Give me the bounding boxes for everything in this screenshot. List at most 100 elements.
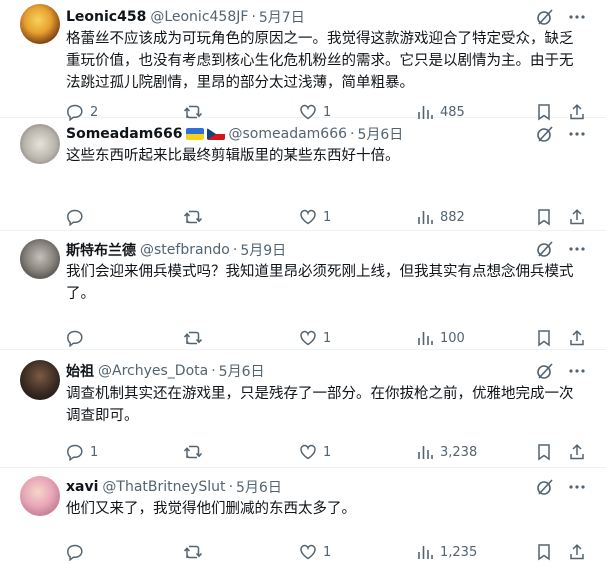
reply-button[interactable]: 1 bbox=[66, 442, 98, 462]
bookmark-icon bbox=[536, 329, 552, 347]
like-button[interactable]: 1 bbox=[299, 542, 331, 562]
like-icon bbox=[299, 543, 317, 561]
views-button[interactable]: 882 bbox=[416, 207, 465, 227]
like-button[interactable]: 1 bbox=[299, 207, 331, 227]
tweet-header: 始祖 @Archyes_Dota · 5月6日 bbox=[66, 361, 606, 381]
action-bar: 1 1 3,238 bbox=[66, 442, 586, 462]
user-handle[interactable]: @ThatBritneySlut bbox=[102, 479, 225, 495]
like-count: 1 bbox=[323, 444, 332, 460]
action-bar: 1 1,235 bbox=[66, 542, 586, 562]
grok-icon[interactable] bbox=[536, 8, 554, 26]
views-count: 882 bbox=[440, 209, 465, 225]
separator-dot: · bbox=[232, 242, 238, 258]
share-button[interactable] bbox=[568, 542, 586, 562]
grok-icon[interactable] bbox=[536, 240, 554, 258]
more-icon[interactable] bbox=[568, 478, 586, 496]
bookmark-icon bbox=[536, 443, 552, 461]
tweet-top-actions bbox=[536, 8, 586, 26]
reply-icon bbox=[66, 208, 84, 226]
retweet-icon bbox=[183, 329, 203, 347]
tweet-text: 这些东西听起来比最终剪辑版里的某些东西好十倍。 bbox=[66, 148, 400, 164]
bookmark-icon bbox=[536, 543, 552, 561]
display-name[interactable]: Leonic458 bbox=[66, 9, 146, 25]
tweet[interactable]: xavi @ThatBritneySlut · 5月6日 他们又来了，我觉得他们… bbox=[0, 468, 606, 564]
retweet-icon bbox=[183, 208, 203, 226]
tweet[interactable]: 始祖 @Archyes_Dota · 5月6日 调查机制其实还在游戏里，只是残存… bbox=[0, 350, 606, 468]
views-button[interactable]: 100 bbox=[416, 328, 465, 348]
bookmark-button[interactable] bbox=[536, 328, 552, 348]
like-button[interactable]: 1 bbox=[299, 328, 331, 348]
share-icon bbox=[568, 329, 586, 347]
views-button[interactable]: 3,238 bbox=[416, 442, 477, 462]
avatar[interactable] bbox=[20, 124, 60, 164]
timestamp[interactable]: 5月6日 bbox=[357, 124, 403, 144]
tweet-header: Leonic458 @Leonic458JF · 5月7日 bbox=[66, 7, 606, 27]
timestamp[interactable]: 5月6日 bbox=[236, 477, 282, 497]
ukraine-flag-icon bbox=[185, 128, 204, 140]
reply-count: 1 bbox=[90, 444, 99, 460]
separator-dot: · bbox=[211, 363, 216, 379]
timestamp[interactable]: 5月6日 bbox=[219, 361, 265, 381]
more-icon[interactable] bbox=[568, 8, 586, 26]
tweet[interactable]: Leonic458 @Leonic458JF · 5月7日 格蕾丝不应该成为可玩… bbox=[0, 0, 606, 121]
display-name[interactable]: Someadam666 bbox=[66, 126, 183, 142]
display-name[interactable]: 斯特布兰德 bbox=[66, 240, 136, 260]
bookmark-button[interactable] bbox=[536, 442, 552, 462]
grok-icon[interactable] bbox=[536, 125, 554, 143]
avatar[interactable] bbox=[20, 4, 60, 44]
retweet-button[interactable] bbox=[183, 328, 209, 348]
reply-button[interactable] bbox=[66, 328, 90, 348]
timestamp[interactable]: 5月7日 bbox=[259, 7, 305, 27]
user-handle[interactable]: @someadam666 bbox=[229, 126, 348, 142]
avatar[interactable] bbox=[20, 360, 60, 400]
tweet-text: 调查机制其实还在游戏里，只是残存了一部分。在你拔枪之前，优雅地完成一次调查即可。 bbox=[66, 386, 574, 424]
separator-dot: · bbox=[228, 479, 234, 495]
grok-icon[interactable] bbox=[536, 478, 554, 496]
views-button[interactable]: 1,235 bbox=[416, 542, 477, 562]
tweet-header: Someadam666 @someadam666 · 5月6日 bbox=[66, 124, 606, 144]
more-icon[interactable] bbox=[568, 362, 586, 380]
tweet-top-actions bbox=[536, 240, 586, 258]
like-count: 1 bbox=[323, 330, 332, 346]
like-button[interactable]: 1 bbox=[299, 442, 331, 462]
retweet-button[interactable] bbox=[183, 442, 209, 462]
bookmark-button[interactable] bbox=[536, 207, 552, 227]
more-icon[interactable] bbox=[568, 125, 586, 143]
avatar[interactable] bbox=[20, 476, 60, 516]
share-button[interactable] bbox=[568, 207, 586, 227]
user-handle[interactable]: @Archyes_Dota bbox=[98, 363, 208, 379]
timestamp[interactable]: 5月9日 bbox=[240, 240, 286, 260]
avatar[interactable] bbox=[20, 239, 60, 279]
tweet-top-actions bbox=[536, 125, 586, 143]
share-icon bbox=[568, 443, 586, 461]
like-count: 1 bbox=[323, 209, 332, 225]
retweet-button[interactable] bbox=[183, 542, 209, 562]
display-name[interactable]: xavi bbox=[66, 479, 98, 495]
more-icon[interactable] bbox=[568, 240, 586, 258]
bookmark-icon bbox=[536, 208, 552, 226]
grok-icon[interactable] bbox=[536, 362, 554, 380]
user-handle[interactable]: @Leonic458JF bbox=[150, 9, 248, 25]
share-button[interactable] bbox=[568, 328, 586, 348]
tweet-header: 斯特布兰德 @stefbrando · 5月9日 bbox=[66, 240, 606, 260]
separator-dot: · bbox=[251, 9, 256, 25]
retweet-icon bbox=[183, 543, 203, 561]
views-count: 3,238 bbox=[440, 444, 478, 460]
reply-button[interactable] bbox=[66, 542, 90, 562]
tweet-text: 我们会迎来佣兵模式吗？我知道里昂必须死刚上线，但我其实有点想念佣兵模式了。 bbox=[66, 264, 574, 302]
action-bar: 1 100 bbox=[66, 328, 586, 348]
user-handle[interactable]: @stefbrando bbox=[140, 242, 230, 258]
reply-feed: Leonic458 @Leonic458JF · 5月7日 格蕾丝不应该成为可玩… bbox=[0, 0, 606, 564]
action-bar: 1 882 bbox=[66, 207, 586, 227]
tweet[interactable]: 斯特布兰德 @stefbrando · 5月9日 我们会迎来佣兵模式吗？我知道里… bbox=[0, 231, 606, 350]
tweet[interactable]: Someadam666 @someadam666 · 5月6日 这些东西听起来比… bbox=[0, 118, 606, 231]
retweet-button[interactable] bbox=[183, 207, 209, 227]
share-button[interactable] bbox=[568, 442, 586, 462]
tweet-header: xavi @ThatBritneySlut · 5月6日 bbox=[66, 477, 606, 497]
display-name[interactable]: 始祖 bbox=[66, 361, 94, 381]
like-count: 1 bbox=[323, 544, 332, 560]
views-count: 1,235 bbox=[440, 544, 478, 560]
reply-icon bbox=[66, 329, 84, 347]
bookmark-button[interactable] bbox=[536, 542, 552, 562]
reply-button[interactable] bbox=[66, 207, 90, 227]
